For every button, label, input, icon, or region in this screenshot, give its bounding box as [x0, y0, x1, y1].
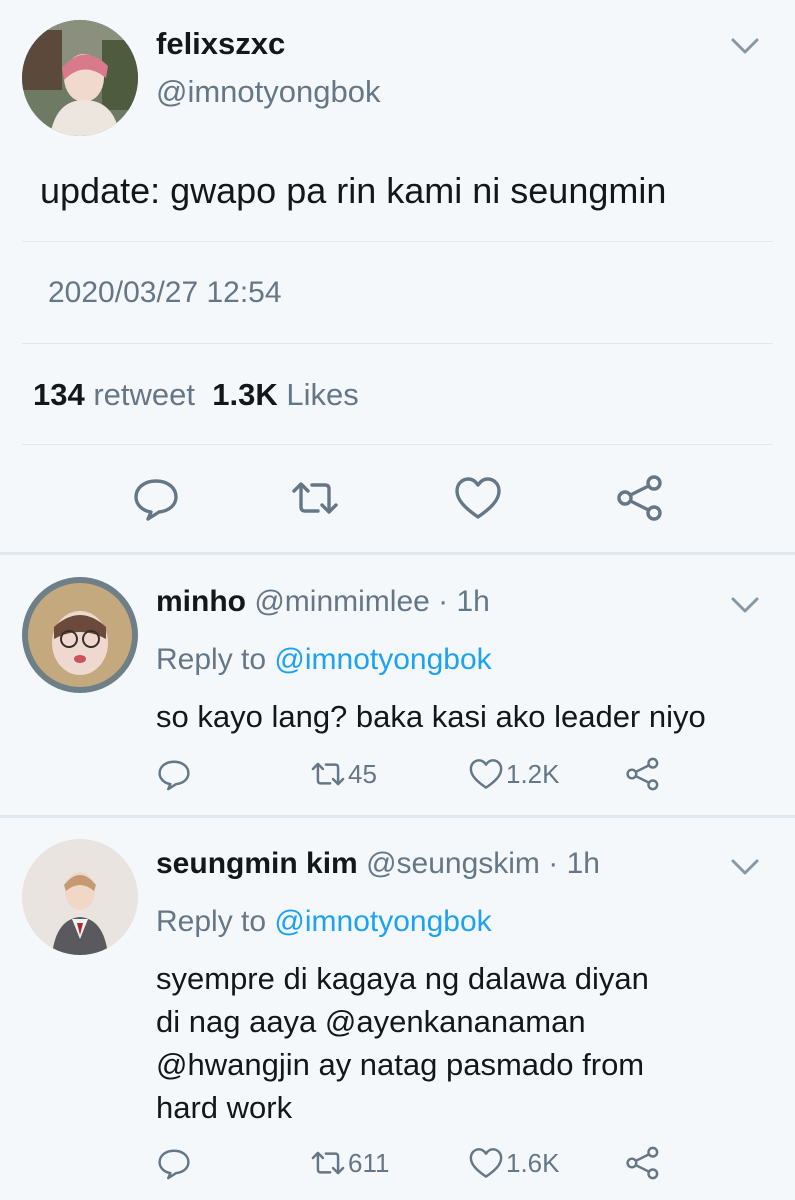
tweet-stats: 134 retweet 1.3K Likes	[33, 377, 359, 413]
reply-to-label: Reply to	[156, 643, 267, 676]
retweet-count: 611	[348, 1147, 390, 1178]
reply-text: syempre di kagaya ng dalawa diyan di nag…	[156, 957, 649, 1129]
reply-text-line: di nag aaya @ayenkananaman	[156, 1004, 586, 1039]
share-button[interactable]	[624, 1145, 660, 1181]
avatar[interactable]	[22, 839, 138, 955]
reply-time: · 1h	[548, 847, 600, 880]
like-count: 1.2K	[506, 758, 560, 789]
section-divider	[0, 815, 795, 818]
reply-header: minho @minmimlee · 1h	[156, 585, 490, 619]
reply-to-link[interactable]: @imnotyongbok	[274, 905, 491, 938]
avatar[interactable]	[22, 577, 138, 693]
reply-text-line: @hwangjin ay natag pasmado from	[156, 1047, 645, 1082]
like-button[interactable]: 1.6K	[468, 1145, 560, 1181]
reply-header: seungmin kim @seungskim · 1h	[156, 847, 600, 881]
chevron-down-icon[interactable]	[730, 36, 760, 56]
retweet-label[interactable]: retweet	[93, 377, 195, 412]
chevron-down-icon[interactable]	[730, 857, 760, 877]
retweet-icon[interactable]	[290, 473, 340, 523]
reply-text: so kayo lang? baka kasi ako leader niyo	[156, 695, 706, 738]
reply-text-line: hard work	[156, 1090, 293, 1125]
user-handle[interactable]: @seungskim	[366, 847, 540, 880]
like-count[interactable]: 1.3K	[212, 377, 277, 412]
avatar[interactable]	[22, 20, 138, 136]
reply-to-line: Reply to @imnotyongbok	[156, 905, 492, 939]
divider	[22, 241, 773, 242]
reply-button[interactable]	[156, 1145, 192, 1181]
like-button[interactable]: 1.2K	[468, 756, 560, 792]
display-name[interactable]: minho	[156, 585, 246, 618]
retweet-count[interactable]: 134	[33, 377, 85, 412]
user-handle[interactable]: @imnotyongbok	[156, 74, 380, 110]
reply-to-label: Reply to	[156, 905, 267, 938]
share-button[interactable]	[624, 756, 660, 792]
display-name[interactable]: felixszxc	[156, 26, 285, 62]
display-name[interactable]: seungmin kim	[156, 847, 358, 880]
divider	[22, 343, 773, 344]
retweet-button[interactable]: 45	[310, 756, 377, 792]
reply-icon[interactable]	[131, 473, 181, 523]
reply-to-link[interactable]: @imnotyongbok	[274, 643, 491, 676]
reply-to-line: Reply to @imnotyongbok	[156, 643, 492, 677]
section-divider	[0, 552, 795, 555]
divider	[22, 444, 773, 445]
tweet-text: update: gwapo pa rin kami ni seungmin	[40, 170, 667, 211]
reply-text-line: syempre di kagaya ng dalawa diyan	[156, 961, 649, 996]
reply-text-line: so kayo lang? baka kasi ako leader niyo	[156, 699, 706, 734]
like-label[interactable]: Likes	[286, 377, 358, 412]
reply-time: · 1h	[438, 585, 490, 618]
chevron-down-icon[interactable]	[730, 595, 760, 615]
retweet-count: 45	[348, 758, 377, 789]
tweet-timestamp: 2020/03/27 12:54	[48, 276, 282, 309]
like-count: 1.6K	[506, 1147, 560, 1178]
share-icon[interactable]	[614, 473, 664, 523]
like-icon[interactable]	[453, 473, 503, 523]
reply-button[interactable]	[156, 756, 192, 792]
retweet-button[interactable]: 611	[310, 1145, 389, 1181]
user-handle[interactable]: @minmimlee	[254, 585, 429, 618]
